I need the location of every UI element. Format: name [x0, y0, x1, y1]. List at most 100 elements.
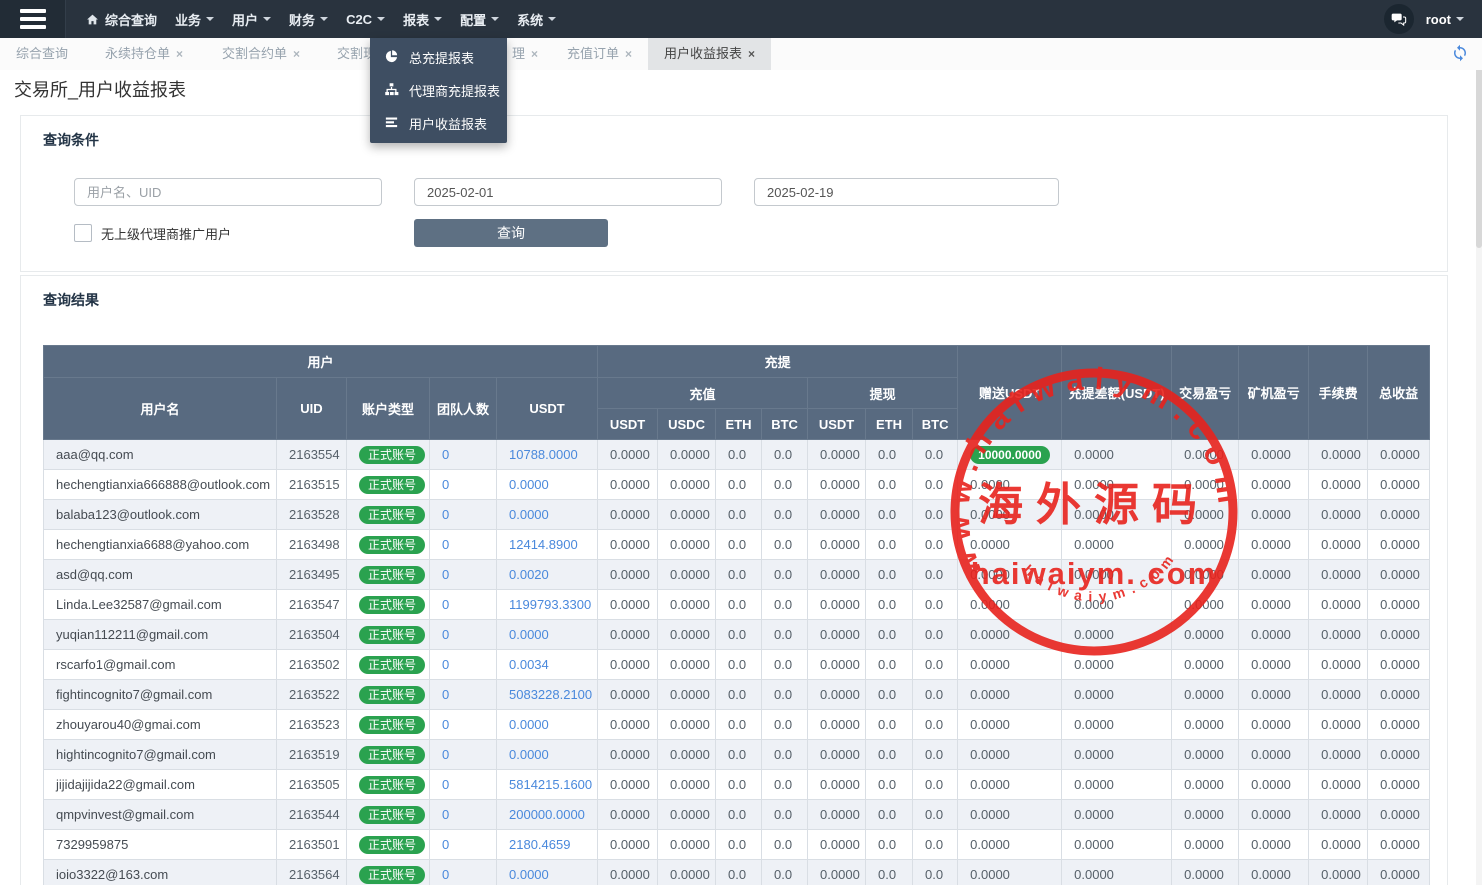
table-cell: 0: [430, 530, 497, 560]
cell-value: 0.0000: [1251, 867, 1291, 882]
table-cell: 0.0000: [658, 440, 716, 470]
usdt-balance-link[interactable]: 0.0000: [509, 627, 549, 642]
table-cell: 0.0000: [958, 830, 1062, 860]
usdt-balance-link[interactable]: 0.0000: [509, 477, 549, 492]
top-menu-item[interactable]: C2C: [337, 0, 394, 38]
report-menu-item[interactable]: 用户收益报表: [370, 107, 507, 140]
team-count-link[interactable]: 0: [442, 537, 449, 552]
table-cell: 0.0000: [958, 620, 1062, 650]
table-cell: 0.0: [866, 740, 913, 770]
usdt-balance-link[interactable]: 0.0000: [509, 717, 549, 732]
table-row: hechengtianxia6688@yahoo.com2163498正式账号0…: [44, 530, 1430, 560]
keyword-input[interactable]: [74, 178, 382, 206]
usdt-balance-link[interactable]: 0.0020: [509, 567, 549, 582]
top-menu-item[interactable]: 综合查询: [77, 0, 166, 38]
team-count-link[interactable]: 0: [442, 507, 449, 522]
table-cell: 0: [430, 620, 497, 650]
table-cell: 0.0000: [1368, 830, 1430, 860]
team-count-link[interactable]: 0: [442, 747, 449, 762]
cell-value: 0.0000: [1251, 537, 1291, 552]
search-button[interactable]: 查询: [414, 219, 608, 247]
user-menu[interactable]: root: [1426, 12, 1464, 27]
usdt-balance-link[interactable]: 10788.0000: [509, 447, 578, 462]
team-count-link[interactable]: 0: [442, 717, 449, 732]
top-menu-item[interactable]: 配置: [451, 0, 508, 38]
usdt-balance-link[interactable]: 0.0034: [509, 657, 549, 672]
team-count-link[interactable]: 0: [442, 867, 449, 882]
table-cell: 0.0000: [1062, 680, 1172, 710]
usdt-balance-link[interactable]: 0.0000: [509, 507, 549, 522]
tab-充值订单[interactable]: 充值订单×: [567, 38, 632, 70]
no-agent-checkbox[interactable]: [74, 224, 92, 242]
table-cell: 0.0: [913, 530, 958, 560]
close-icon[interactable]: ×: [748, 47, 755, 61]
report-submenu: 总充提报表代理商充提报表用户收益报表: [370, 38, 507, 143]
top-menu-item[interactable]: 系统: [508, 0, 565, 38]
team-count-link[interactable]: 0: [442, 627, 449, 642]
date-to-input[interactable]: [754, 178, 1059, 206]
team-count-link[interactable]: 0: [442, 777, 449, 792]
table-cell: 正式账号: [347, 770, 430, 800]
cell-value: 0.0000: [670, 567, 710, 582]
tab-永续持仓单[interactable]: 永续持仓单×: [105, 38, 183, 70]
date-from-input[interactable]: [414, 178, 722, 206]
table-cell: 0.0: [716, 440, 762, 470]
messages-button[interactable]: [1384, 4, 1414, 34]
bonus-usdt-badge: 10000.0000: [970, 446, 1049, 464]
page-scrollbar[interactable]: [1476, 38, 1482, 885]
table-cell: 0.0: [913, 680, 958, 710]
table-row: ioio3322@163.com2163564正式账号00.00000.0000…: [44, 860, 1430, 885]
top-menu-item[interactable]: 业务: [166, 0, 223, 38]
usdt-balance-link[interactable]: 12414.8900: [509, 537, 578, 552]
usdt-balance-link[interactable]: 5083228.2100: [509, 687, 592, 702]
refresh-button[interactable]: [1451, 44, 1469, 62]
team-count-link[interactable]: 0: [442, 597, 449, 612]
close-icon[interactable]: ×: [531, 47, 538, 61]
team-count-link[interactable]: 0: [442, 657, 449, 672]
team-count-link[interactable]: 0: [442, 837, 449, 852]
cell-value: 0.0000: [610, 837, 650, 852]
report-menu-item[interactable]: 总充提报表: [370, 41, 507, 74]
top-menu-item[interactable]: 财务: [280, 0, 337, 38]
cell-value: 0.0000: [1380, 837, 1420, 852]
usdt-balance-link[interactable]: 0.0000: [509, 867, 549, 882]
usdt-balance-link[interactable]: 200000.0000: [509, 807, 585, 822]
cell-value: 0.0000: [670, 807, 710, 822]
cell-value: 0.0000: [610, 447, 650, 462]
report-menu-item[interactable]: 代理商充提报表: [370, 74, 507, 107]
table-cell: 0.0: [913, 650, 958, 680]
usdt-balance-link[interactable]: 0.0000: [509, 747, 549, 762]
tab-交割合约单[interactable]: 交割合约单×: [222, 38, 300, 70]
table-cell: asd@qq.com: [44, 560, 277, 590]
team-count-link[interactable]: 0: [442, 477, 449, 492]
header-fee: 手续费: [1309, 346, 1368, 440]
sitemap-icon: [384, 82, 399, 97]
close-icon[interactable]: ×: [293, 47, 300, 61]
cell-value: 0.0000: [1380, 777, 1420, 792]
team-count-link[interactable]: 0: [442, 687, 449, 702]
table-cell: 0.0000: [658, 830, 716, 860]
team-count-link[interactable]: 0: [442, 447, 449, 462]
cell-value: 0.0: [878, 807, 896, 822]
table-cell: 0.0000: [808, 830, 866, 860]
table-row: qmpvinvest@gmail.com2163544正式账号0200000.0…: [44, 800, 1430, 830]
usdt-balance-link[interactable]: 2180.4659: [509, 837, 570, 852]
cell-value: 0.0000: [820, 657, 860, 672]
tab-用户收益报表[interactable]: 用户收益报表×: [648, 38, 771, 70]
cell-value: 0.0: [774, 777, 792, 792]
sidebar-toggle-button[interactable]: [0, 0, 66, 38]
usdt-balance-link[interactable]: 1199793.3300: [509, 597, 591, 612]
top-menu-item[interactable]: 用户: [223, 0, 280, 38]
team-count-link[interactable]: 0: [442, 807, 449, 822]
close-icon[interactable]: ×: [625, 47, 632, 61]
cell-value: 0.0: [925, 477, 943, 492]
team-count-link[interactable]: 0: [442, 567, 449, 582]
tab-理[interactable]: 理×: [512, 38, 538, 70]
table-cell: 0.0: [716, 860, 762, 885]
table-cell: qmpvinvest@gmail.com: [44, 800, 277, 830]
close-icon[interactable]: ×: [176, 47, 183, 61]
top-menu-item[interactable]: 报表: [394, 0, 451, 38]
table-cell: 2180.4659: [497, 830, 598, 860]
usdt-balance-link[interactable]: 5814215.1600: [509, 777, 592, 792]
tab-综合查询[interactable]: 综合查询: [16, 38, 68, 70]
